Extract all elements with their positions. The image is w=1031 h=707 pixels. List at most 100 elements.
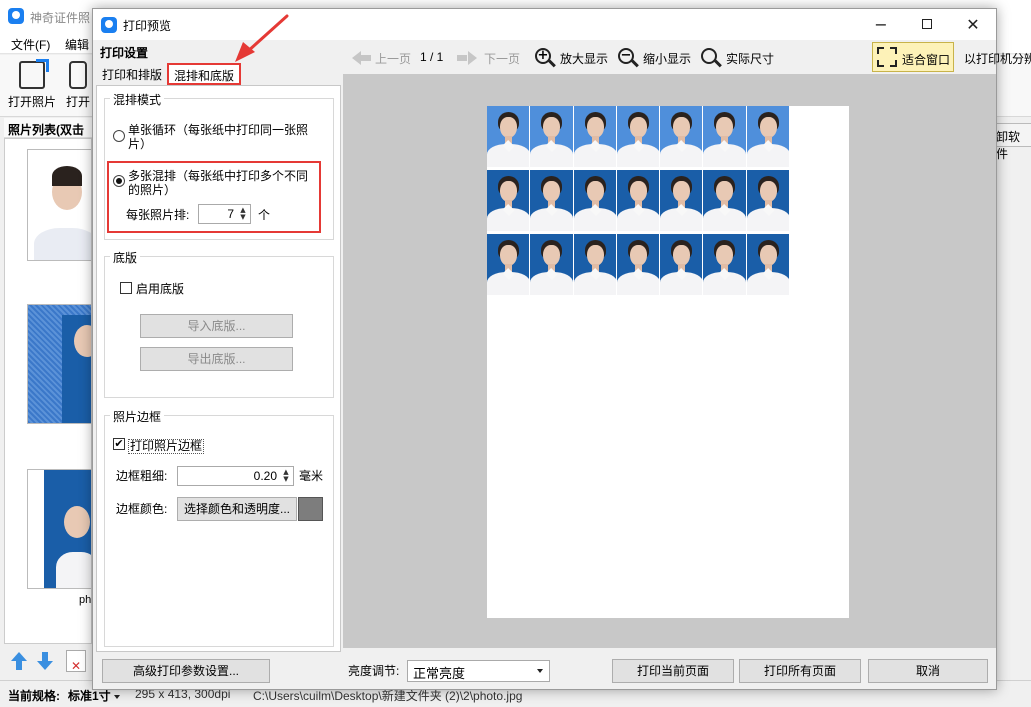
close-icon[interactable]: ✕ (950, 9, 996, 40)
enable-baseplate-checkbox[interactable] (120, 282, 132, 294)
photo-thumbnail[interactable] (27, 304, 91, 424)
print-border-label: 打印照片边框 (128, 439, 205, 454)
export-baseplate-button[interactable]: 导出底版... (140, 347, 293, 371)
id-photo-tile (660, 106, 704, 167)
id-photo-tile (616, 106, 661, 167)
per-photo-label: 每张照片排: (126, 208, 190, 222)
border-thickness-label: 边框粗细: (116, 469, 168, 483)
print-current-page-button[interactable]: 打印当前页面 (612, 659, 734, 683)
next-page-icon[interactable] (457, 51, 477, 65)
tab-print-layout[interactable]: 打印和排版 (98, 63, 166, 85)
print-border-checkbox[interactable]: ✔ (113, 438, 125, 450)
import-baseplate-button[interactable]: 导入底版... (140, 314, 293, 338)
photo-thumbnail[interactable] (27, 469, 91, 589)
minimize-icon[interactable]: − (858, 9, 904, 40)
open-phone-button[interactable]: 打开 (62, 59, 94, 113)
photo-border-group: 照片边框 ✔ 打印照片边框 边框粗细: 0.20 ▲ ▼ 毫米 边框颜色: 选择颜… (104, 408, 334, 647)
id-photo-tile (616, 170, 661, 231)
id-photo-tile (487, 170, 531, 231)
per-photo-stepper[interactable]: 7 ▲ ▼ (198, 204, 251, 224)
id-photo-tile (703, 170, 747, 231)
page-indicator: 1 / 1 (420, 50, 444, 64)
id-photo-tile (530, 106, 574, 167)
fit-window-button[interactable]: 适合窗口 (872, 42, 954, 72)
brightness-select[interactable]: 正常亮度 (407, 660, 550, 682)
zoom-in-button[interactable]: 放大显示 (560, 50, 608, 67)
id-photo-tile (746, 234, 790, 295)
prev-page-button[interactable]: 上一页 (375, 50, 411, 67)
brightness-value: 正常亮度 (413, 666, 466, 681)
open-phone-label: 打开 (65, 95, 90, 109)
border-thickness-unit: 毫米 (299, 469, 324, 483)
main-app-title: 神奇证件照 (30, 11, 91, 25)
id-photo-tile (573, 170, 617, 231)
baseplate-title: 底版 (110, 249, 141, 266)
id-photo-tile (703, 234, 747, 295)
single-loop-radio[interactable] (113, 130, 125, 142)
right-panel-tab[interactable]: 卸软件 (992, 123, 1031, 161)
single-loop-label-2: 片） (128, 137, 153, 151)
dialog-app-icon (101, 17, 117, 33)
zoom-in-icon[interactable]: + (535, 48, 556, 68)
open-photo-button[interactable]: 打开照片 (4, 59, 60, 113)
prev-page-icon[interactable] (352, 51, 372, 65)
id-photo-tile (487, 234, 531, 295)
id-photo-tile (573, 234, 617, 295)
print-settings-heading: 打印设置 (100, 46, 149, 60)
photo-thumbnail[interactable] (27, 149, 91, 261)
preview-canvas[interactable] (343, 74, 996, 648)
chevron-down-icon (537, 669, 543, 673)
id-photo-tile (616, 234, 661, 295)
menu-file[interactable]: 文件(F) (11, 36, 50, 53)
enable-baseplate-label: 启用底版 (136, 282, 185, 296)
id-photo-tile (660, 170, 704, 231)
print-all-pages-button[interactable]: 打印所有页面 (739, 659, 861, 683)
maximize-icon[interactable] (904, 9, 950, 40)
border-thickness-stepper[interactable]: 0.20 ▲ ▼ (177, 466, 294, 486)
single-loop-label-1: 单张循环（每张纸中打印同一张照 (128, 123, 309, 137)
tab-mix-baseplate[interactable]: 混排和底版 (167, 63, 242, 85)
stepper-arrows-icon[interactable]: ▲ ▼ (238, 207, 248, 221)
id-photo-tile (703, 106, 747, 167)
printer-resolution-button[interactable]: 以打印机分辨率预览 (964, 50, 1031, 67)
actual-size-icon[interactable] (701, 48, 722, 68)
app-logo-icon (8, 8, 24, 24)
preview-paper (487, 106, 849, 618)
menu-edit[interactable]: 编辑 (65, 36, 89, 53)
baseplate-group: 底版 启用底版 导入底版... 导出底版... (104, 249, 334, 398)
mix-mode-group: 混排模式 单张循环（每张纸中打印同一张照 片） 多张混排（每张纸中打印多个不同 … (104, 91, 334, 240)
border-color-swatch[interactable] (298, 497, 323, 521)
photo-border-title: 照片边框 (110, 408, 165, 425)
fit-window-label: 适合窗口 (902, 53, 951, 67)
preview-toolbar: 上一页 1 / 1 下一页 + 放大显示 − 缩小显示 实际尺寸 适合窗口 以打… (343, 40, 1031, 74)
id-photo-tile (487, 106, 531, 167)
multi-mix-label-1: 多张混排（每张纸中打印多个不同 (128, 169, 309, 183)
move-up-icon[interactable] (10, 652, 28, 670)
photo-list: ph (4, 138, 92, 644)
border-color-label: 边框颜色: (116, 502, 168, 516)
annotation-arrow-icon (235, 14, 289, 62)
brightness-label: 亮度调节: (348, 664, 400, 678)
photo-row (487, 234, 790, 295)
id-photo-tile (530, 234, 574, 295)
zoom-out-icon[interactable]: − (618, 48, 639, 68)
dialog-title: 打印预览 (123, 19, 172, 33)
per-photo-unit: 个 (258, 208, 271, 222)
phone-icon (69, 61, 87, 89)
choose-color-button[interactable]: 选择颜色和透明度... (177, 497, 297, 521)
actual-size-button[interactable]: 实际尺寸 (726, 50, 774, 67)
multi-mix-radio[interactable] (113, 175, 125, 187)
id-photo-tile (530, 170, 574, 231)
id-photo-tile (746, 170, 790, 231)
stepper-arrows-icon[interactable]: ▲ ▼ (281, 469, 291, 483)
zoom-out-button[interactable]: 缩小显示 (643, 50, 691, 67)
photo-row (487, 106, 790, 167)
photo-row (487, 170, 790, 231)
id-photo-tile (746, 106, 790, 167)
settings-panel: 混排模式 单张循环（每张纸中打印同一张照 片） 多张混排（每张纸中打印多个不同 … (96, 85, 341, 652)
move-down-icon[interactable] (36, 652, 54, 670)
delete-photo-icon[interactable]: ✕ (66, 650, 86, 672)
cancel-button[interactable]: 取消 (868, 659, 988, 683)
advanced-print-settings-button[interactable]: 高级打印参数设置... (102, 659, 270, 683)
next-page-button[interactable]: 下一页 (484, 50, 520, 67)
